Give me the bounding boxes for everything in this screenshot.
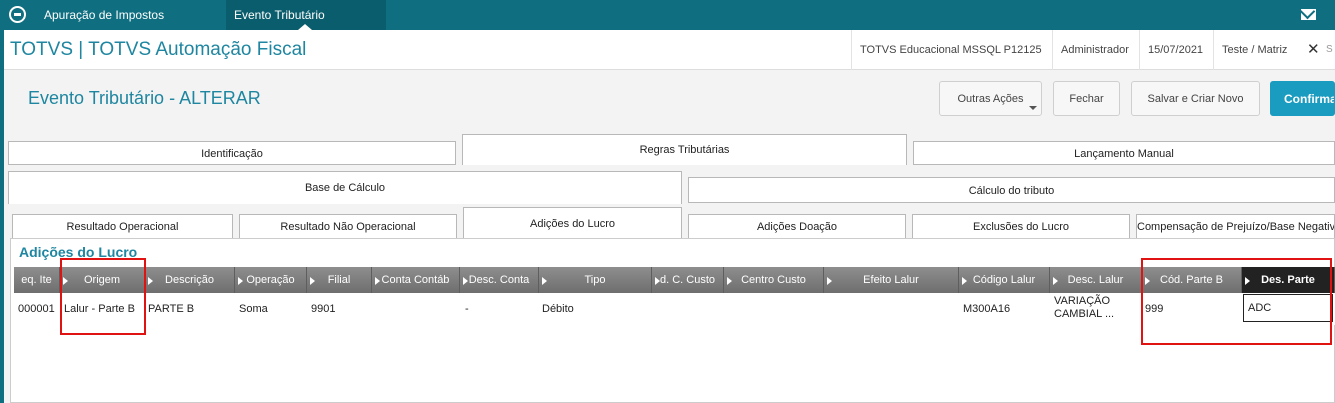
cell-desc-lalur[interactable]: VARIAÇÃO CAMBIAL ... — [1054, 295, 1114, 321]
close-button[interactable]: Fechar — [1053, 81, 1120, 116]
tab-evento-tributario[interactable]: Evento Tributário [02.9.0084]× — [226, 0, 386, 52]
date-label: 15/07/2021 — [1139, 30, 1211, 70]
column-header-desc-c-custo[interactable]: d. C. Custo — [652, 267, 724, 293]
cell-desc-lalur-line2: CAMBIAL ... — [1054, 308, 1115, 320]
cell-codigo-lalur[interactable]: M300A16 — [963, 303, 1010, 315]
column-header-desc-lalur[interactable]: Desc. Lalur — [1050, 267, 1142, 293]
column-arrow-icon — [962, 277, 967, 285]
column-arrow-icon — [310, 277, 315, 285]
branch-label[interactable]: Teste / Matriz — [1213, 30, 1295, 70]
cell-desc-conta[interactable]: - — [465, 303, 469, 315]
app-title: TOTVS | TOTVS Automação Fiscal — [10, 39, 307, 60]
tab-adicoes-doacao[interactable]: Adições Doação — [688, 214, 906, 239]
user-label: Administrador — [1052, 30, 1137, 70]
tab-base-de-calculo[interactable]: Base de Cálculo — [8, 171, 682, 204]
column-arrow-icon — [727, 277, 732, 285]
app-header: TOTVS | TOTVS Automação Fiscal TOTVS Edu… — [0, 30, 1335, 70]
column-header-desc-conta[interactable]: Desc. Conta — [460, 267, 539, 293]
cell-tipo[interactable]: Débito — [542, 303, 574, 315]
highlight-box-origem — [60, 258, 146, 335]
column-header-filial[interactable]: Filial — [307, 267, 372, 293]
column-header-centro-custo[interactable]: Centro Custo — [724, 267, 824, 293]
column-header-tipo[interactable]: Tipo — [539, 267, 652, 293]
tab-compensacao-prejuizo[interactable]: Compensação de Prejuízo/Base Negativa — [1136, 214, 1335, 239]
tab-identificacao[interactable]: Identificação — [8, 141, 456, 165]
top-tab-bar: Apuração de Impostos [02.9.0084]× Evento… — [0, 0, 1335, 52]
column-header-operacao[interactable]: Operação — [235, 267, 307, 293]
column-arrow-icon — [463, 277, 468, 285]
totvs-logo-icon[interactable] — [9, 6, 26, 23]
tab-apuracao-impostos[interactable]: Apuração de Impostos [02.9.0084]× — [36, 0, 226, 52]
tab-calculo-do-tributo[interactable]: Cálculo do tributo — [688, 177, 1335, 203]
environment-label: TOTVS Educacional MSSQL P12125 — [851, 30, 1050, 70]
column-arrow-icon — [375, 277, 380, 285]
column-arrow-icon — [827, 277, 832, 285]
header-trailing-text: S — [1326, 44, 1333, 55]
chevron-down-icon — [1029, 106, 1037, 110]
tab-regras-tributarias[interactable]: Regras Tributárias — [462, 134, 907, 165]
column-arrow-icon — [238, 277, 243, 285]
left-accent-strip — [0, 30, 4, 403]
mail-icon[interactable] — [1301, 9, 1316, 20]
tab-exclusoes-do-lucro[interactable]: Exclusões do Lucro — [912, 214, 1130, 239]
column-header-conta-contabil[interactable]: Conta Contáb — [372, 267, 460, 293]
cell-seq[interactable]: 000001 — [18, 303, 55, 315]
column-header-efeito-lalur[interactable]: Efeito Lalur — [824, 267, 959, 293]
column-arrow-icon — [1053, 277, 1058, 285]
cell-desc-lalur-line1: VARIAÇÃO — [1054, 295, 1111, 307]
cell-filial[interactable]: 9901 — [311, 303, 335, 315]
close-icon[interactable]: ✕ — [1307, 40, 1320, 58]
tab-resultado-nao-operacional[interactable]: Resultado Não Operacional — [239, 214, 457, 239]
cell-operacao[interactable]: Soma — [239, 303, 268, 315]
confirm-button[interactable]: Confirmar — [1270, 81, 1335, 116]
column-arrow-icon — [148, 277, 153, 285]
table-row[interactable]: 000001 Lalur - Parte B PARTE B Soma 9901… — [14, 293, 1335, 325]
tab-lancamento-manual[interactable]: Lançamento Manual — [913, 141, 1335, 165]
column-arrow-icon — [542, 277, 547, 285]
column-header-descricao[interactable]: Descrição — [145, 267, 235, 293]
column-arrow-icon — [655, 277, 660, 285]
tab-resultado-operacional[interactable]: Resultado Operacional — [12, 214, 233, 239]
other-actions-button[interactable]: Outras Ações — [939, 81, 1042, 116]
cell-descricao[interactable]: PARTE B — [148, 303, 194, 315]
other-actions-label: Outras Ações — [957, 93, 1024, 105]
column-header-codigo-lalur[interactable]: Código Lalur — [959, 267, 1050, 293]
page-title: Evento Tributário - ALTERAR — [28, 88, 261, 108]
save-and-new-button[interactable]: Salvar e Criar Novo — [1131, 81, 1260, 116]
grid-header: eq. Ite Origem Descrição Operação Filial… — [14, 267, 1335, 293]
tab-adicoes-do-lucro[interactable]: Adições do Lucro — [463, 207, 682, 239]
column-header-seq[interactable]: eq. Ite — [14, 267, 60, 293]
highlight-box-parte-b — [1141, 258, 1332, 345]
